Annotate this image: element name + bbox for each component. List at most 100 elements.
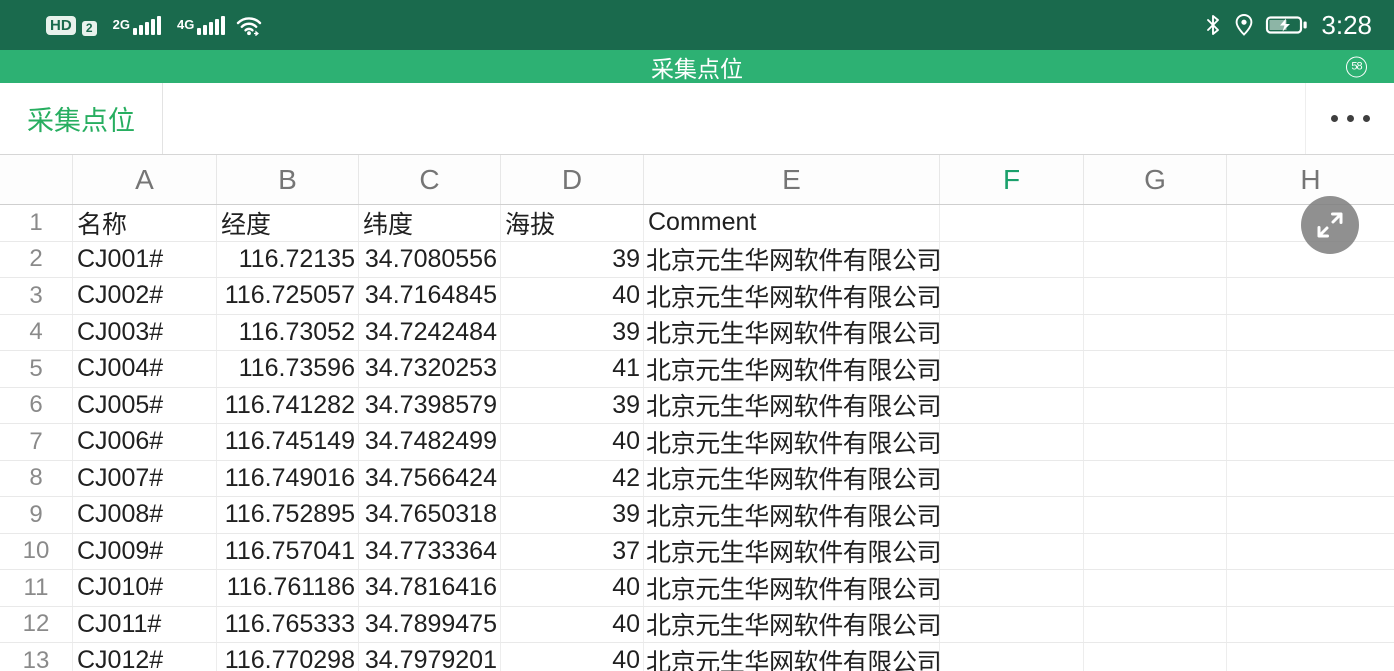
cell-D9[interactable]: 39 (501, 497, 644, 533)
cell-C10[interactable]: 34.7733364 (359, 534, 501, 570)
cell-G12[interactable] (1084, 607, 1227, 643)
cell-E8[interactable]: 北京元生华网软件有限公司 (644, 461, 940, 497)
cell-G11[interactable] (1084, 570, 1227, 606)
cell-H8[interactable] (1227, 461, 1394, 497)
cell-D5[interactable]: 41 (501, 351, 644, 387)
cell-G3[interactable] (1084, 278, 1227, 314)
cell-E3[interactable]: 北京元生华网软件有限公司 (644, 278, 940, 314)
column-header-H[interactable]: H (1227, 155, 1394, 204)
cell-F7[interactable] (940, 424, 1084, 460)
cell-D11[interactable]: 40 (501, 570, 644, 606)
row-header-13[interactable]: 13 (0, 643, 73, 671)
cell-F9[interactable] (940, 497, 1084, 533)
cell-B5[interactable]: 116.73596 (217, 351, 359, 387)
cell-H9[interactable] (1227, 497, 1394, 533)
cell-C8[interactable]: 34.7566424 (359, 461, 501, 497)
cell-B1[interactable]: 经度 (217, 205, 359, 241)
cell-E2[interactable]: 北京元生华网软件有限公司 (644, 242, 940, 278)
cell-G6[interactable] (1084, 388, 1227, 424)
cell-E1[interactable]: Comment (644, 205, 940, 241)
row-header-7[interactable]: 7 (0, 424, 73, 460)
row-header-11[interactable]: 11 (0, 570, 73, 606)
cell-F5[interactable] (940, 351, 1084, 387)
row-header-2[interactable]: 2 (0, 242, 73, 278)
cell-B6[interactable]: 116.741282 (217, 388, 359, 424)
select-all-corner[interactable] (0, 155, 73, 204)
cell-B13[interactable]: 116.770298 (217, 643, 359, 671)
cell-A7[interactable]: CJ006# (73, 424, 217, 460)
cell-F8[interactable] (940, 461, 1084, 497)
row-header-10[interactable]: 10 (0, 534, 73, 570)
cell-D13[interactable]: 40 (501, 643, 644, 671)
cell-D7[interactable]: 40 (501, 424, 644, 460)
cell-C4[interactable]: 34.7242484 (359, 315, 501, 351)
column-header-D[interactable]: D (501, 155, 644, 204)
row-header-6[interactable]: 6 (0, 388, 73, 424)
cell-A12[interactable]: CJ011# (73, 607, 217, 643)
cell-F12[interactable] (940, 607, 1084, 643)
cell-H6[interactable] (1227, 388, 1394, 424)
cell-A9[interactable]: CJ008# (73, 497, 217, 533)
cell-H13[interactable] (1227, 643, 1394, 671)
cell-E6[interactable]: 北京元生华网软件有限公司 (644, 388, 940, 424)
cell-E11[interactable]: 北京元生华网软件有限公司 (644, 570, 940, 606)
cell-C13[interactable]: 34.7979201 (359, 643, 501, 671)
cell-C1[interactable]: 纬度 (359, 205, 501, 241)
cell-G7[interactable] (1084, 424, 1227, 460)
cell-C6[interactable]: 34.7398579 (359, 388, 501, 424)
cell-D2[interactable]: 39 (501, 242, 644, 278)
cell-G5[interactable] (1084, 351, 1227, 387)
cell-H11[interactable] (1227, 570, 1394, 606)
cell-C7[interactable]: 34.7482499 (359, 424, 501, 460)
cell-D1[interactable]: 海拔 (501, 205, 644, 241)
cell-E4[interactable]: 北京元生华网软件有限公司 (644, 315, 940, 351)
cell-B8[interactable]: 116.749016 (217, 461, 359, 497)
cell-B12[interactable]: 116.765333 (217, 607, 359, 643)
cell-F10[interactable] (940, 534, 1084, 570)
cell-E10[interactable]: 北京元生华网软件有限公司 (644, 534, 940, 570)
row-header-5[interactable]: 5 (0, 351, 73, 387)
row-header-3[interactable]: 3 (0, 278, 73, 314)
cell-D12[interactable]: 40 (501, 607, 644, 643)
cell-F3[interactable] (940, 278, 1084, 314)
cell-F11[interactable] (940, 570, 1084, 606)
cell-E13[interactable]: 北京元生华网软件有限公司 (644, 643, 940, 671)
cell-C5[interactable]: 34.7320253 (359, 351, 501, 387)
cell-F13[interactable] (940, 643, 1084, 671)
cell-H3[interactable] (1227, 278, 1394, 314)
cell-A4[interactable]: CJ003# (73, 315, 217, 351)
cell-G2[interactable] (1084, 242, 1227, 278)
column-header-B[interactable]: B (217, 155, 359, 204)
cell-E5[interactable]: 北京元生华网软件有限公司 (644, 351, 940, 387)
cell-E7[interactable]: 北京元生华网软件有限公司 (644, 424, 940, 460)
row-header-12[interactable]: 12 (0, 607, 73, 643)
cell-A3[interactable]: CJ002# (73, 278, 217, 314)
column-header-G[interactable]: G (1084, 155, 1227, 204)
row-header-1[interactable]: 1 (0, 205, 73, 241)
cell-G1[interactable] (1084, 205, 1227, 241)
column-header-C[interactable]: C (359, 155, 501, 204)
cell-B2[interactable]: 116.72135 (217, 242, 359, 278)
cell-A6[interactable]: CJ005# (73, 388, 217, 424)
cell-D3[interactable]: 40 (501, 278, 644, 314)
cell-A10[interactable]: CJ009# (73, 534, 217, 570)
cell-H4[interactable] (1227, 315, 1394, 351)
cell-G8[interactable] (1084, 461, 1227, 497)
cell-G10[interactable] (1084, 534, 1227, 570)
cell-G4[interactable] (1084, 315, 1227, 351)
cell-A13[interactable]: CJ012# (73, 643, 217, 671)
cell-B3[interactable]: 116.725057 (217, 278, 359, 314)
cell-F1[interactable] (940, 205, 1084, 241)
column-header-A[interactable]: A (73, 155, 217, 204)
cell-D10[interactable]: 37 (501, 534, 644, 570)
cell-C9[interactable]: 34.7650318 (359, 497, 501, 533)
cell-C3[interactable]: 34.7164845 (359, 278, 501, 314)
cell-B10[interactable]: 116.757041 (217, 534, 359, 570)
cell-C12[interactable]: 34.7899475 (359, 607, 501, 643)
cell-H7[interactable] (1227, 424, 1394, 460)
cell-A11[interactable]: CJ010# (73, 570, 217, 606)
cell-A8[interactable]: CJ007# (73, 461, 217, 497)
cell-C2[interactable]: 34.7080556 (359, 242, 501, 278)
cell-A2[interactable]: CJ001# (73, 242, 217, 278)
cell-G9[interactable] (1084, 497, 1227, 533)
